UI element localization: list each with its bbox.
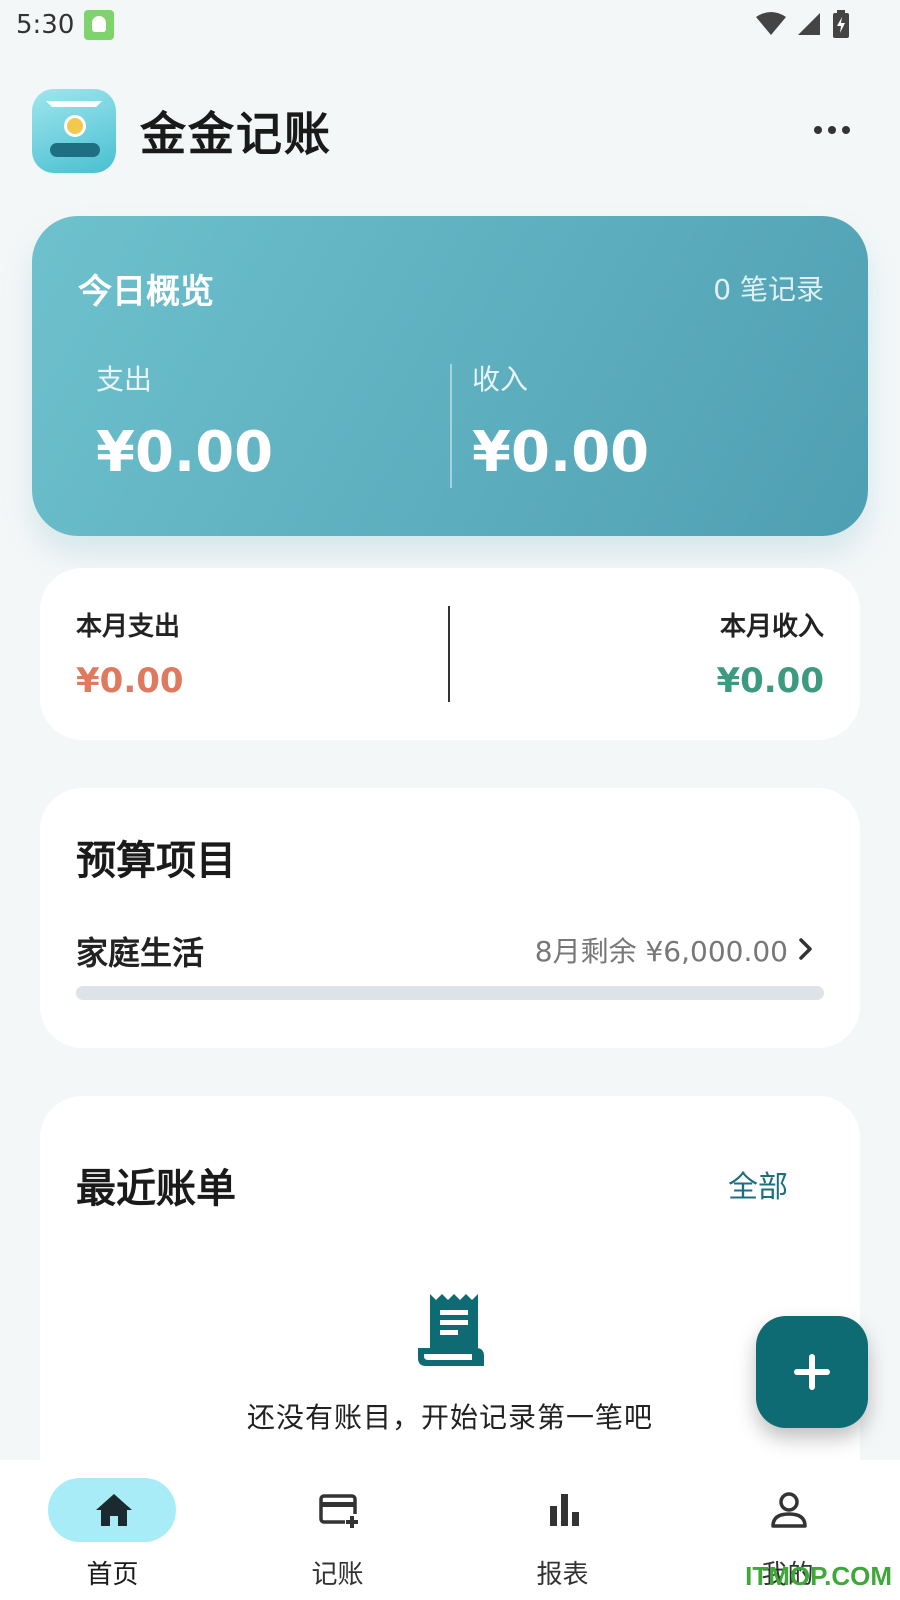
budget-item-name: 家庭生活 xyxy=(76,934,205,972)
nav-label-record: 记账 xyxy=(311,1560,364,1590)
status-bar: 5:30 xyxy=(0,0,900,50)
card-add-icon xyxy=(319,1494,359,1528)
app-title: 金金记账 xyxy=(140,107,332,161)
budget-item-remaining: 8月剩余 ¥6,000.00 xyxy=(534,935,788,968)
today-record-count: 0 笔记录 xyxy=(713,273,824,306)
more-dot-icon xyxy=(814,126,822,134)
battery-icon xyxy=(833,10,849,38)
app-header: 金金记账 xyxy=(32,88,868,174)
today-divider xyxy=(450,364,452,488)
today-title: 今日概览 xyxy=(78,272,214,312)
view-all-link[interactable]: 全部 xyxy=(728,1162,788,1206)
more-dot-icon xyxy=(828,126,836,134)
month-expense-label: 本月支出 xyxy=(76,612,181,642)
budget-card: 预算项目 家庭生活 8月剩余 ¥6,000.00 xyxy=(40,788,860,1048)
status-icons xyxy=(756,10,850,38)
month-summary-card[interactable]: 本月支出 ¥0.00 本月收入 ¥0.00 xyxy=(40,568,860,740)
today-income: 收入 ¥0.00 xyxy=(472,358,649,485)
nav-item-record[interactable]: 记账 xyxy=(225,1460,450,1600)
plus-icon xyxy=(794,1354,830,1390)
budget-progress-bar xyxy=(76,986,824,1000)
budget-heading: 预算项目 xyxy=(76,838,236,884)
nav-label-home: 首页 xyxy=(86,1560,139,1590)
month-divider xyxy=(448,606,450,702)
today-expense-amount: ¥0.00 xyxy=(96,420,274,485)
month-expense: 本月支出 ¥0.00 xyxy=(76,606,184,701)
today-income-label: 收入 xyxy=(472,363,529,396)
chevron-right-icon xyxy=(799,938,812,960)
status-time: 5:30 xyxy=(16,10,75,40)
watermark: ITMOP.COM xyxy=(745,1561,892,1591)
nav-item-home[interactable]: 首页 xyxy=(0,1460,225,1600)
today-expense: 支出 ¥0.00 xyxy=(96,358,273,485)
today-expense-label: 支出 xyxy=(96,363,153,396)
month-income: 本月收入 ¥0.00 xyxy=(716,606,824,701)
nav-item-report[interactable]: 报表 xyxy=(450,1460,675,1600)
recent-bills-card: 最近账单 全部 还没有账目，开始记录第一笔吧 xyxy=(40,1096,860,1516)
today-overview-card[interactable]: 今日概览 0 笔记录 支出 ¥0.00 收入 ¥0.00 xyxy=(32,216,868,536)
today-income-amount: ¥0.00 xyxy=(472,420,650,485)
wifi-icon xyxy=(756,12,786,35)
bar-chart-icon xyxy=(550,1494,579,1526)
month-income-label: 本月收入 xyxy=(719,612,824,642)
add-record-button[interactable] xyxy=(756,1316,868,1428)
app-logo xyxy=(32,89,116,173)
receipt-icon xyxy=(418,1294,484,1366)
notification-app-icon xyxy=(84,10,115,40)
nav-label-report: 报表 xyxy=(536,1560,589,1590)
empty-state-text: 还没有账目，开始记录第一笔吧 xyxy=(246,1401,653,1434)
home-icon xyxy=(96,1494,132,1526)
recent-heading: 最近账单 xyxy=(76,1166,236,1212)
signal-icon xyxy=(798,13,820,35)
person-icon xyxy=(771,1492,807,1528)
more-options-button[interactable] xyxy=(806,110,858,150)
more-dot-icon xyxy=(842,126,850,134)
month-income-amount: ¥0.00 xyxy=(716,661,824,701)
month-expense-amount: ¥0.00 xyxy=(76,661,184,701)
